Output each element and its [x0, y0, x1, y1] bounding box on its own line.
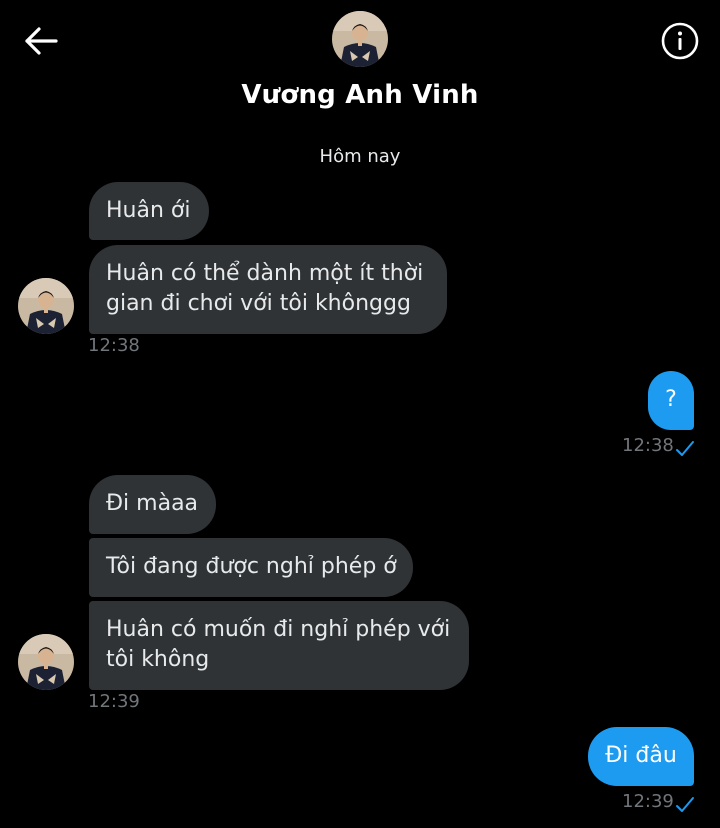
message-text: Huân ới	[106, 198, 191, 223]
back-button[interactable]	[22, 22, 62, 62]
info-icon	[661, 22, 699, 60]
outgoing-message[interactable]: Đi đâu	[588, 727, 694, 786]
message-text: Tôi đang được nghỉ phép ớ	[106, 554, 397, 579]
read-check-icon	[676, 797, 694, 812]
contact-avatar[interactable]	[332, 11, 388, 67]
incoming-message[interactable]: Huân có thể dành một ít thời gian đi chơ…	[89, 245, 447, 334]
message-timestamp: 12:38	[622, 435, 674, 456]
read-check-icon	[676, 441, 694, 456]
message-timestamp: 12:39	[622, 791, 674, 812]
message-text: Đi màaa	[106, 491, 199, 516]
sender-avatar[interactable]	[18, 278, 74, 334]
message-text: Đi đâu	[605, 743, 677, 768]
date-separator: Hôm nay	[319, 146, 401, 167]
incoming-message[interactable]: Huân có muốn đi nghỉ phép với tôi không	[89, 601, 469, 690]
incoming-message[interactable]: Đi màaa	[89, 475, 216, 534]
message-timestamp: 12:39	[88, 691, 140, 712]
info-button[interactable]	[660, 21, 700, 61]
message-text-line: gian đi chơi với tôi khônggg	[106, 291, 411, 316]
message-text: ?	[665, 387, 677, 412]
outgoing-message[interactable]: ?	[648, 371, 694, 430]
incoming-message[interactable]: Tôi đang được nghỉ phép ớ	[89, 538, 413, 597]
message-timestamp: 12:38	[88, 335, 140, 356]
message-text-line: Huân có muốn đi nghỉ phép với	[106, 617, 451, 642]
message-text-line: tôi không	[106, 647, 210, 672]
message-text-line: Huân có thể dành một ít thời	[106, 261, 424, 286]
sender-avatar[interactable]	[18, 634, 74, 690]
incoming-message[interactable]: Huân ới	[89, 182, 209, 240]
contact-name[interactable]: Vương Anh Vinh	[0, 80, 720, 110]
back-arrow-icon	[25, 27, 58, 55]
